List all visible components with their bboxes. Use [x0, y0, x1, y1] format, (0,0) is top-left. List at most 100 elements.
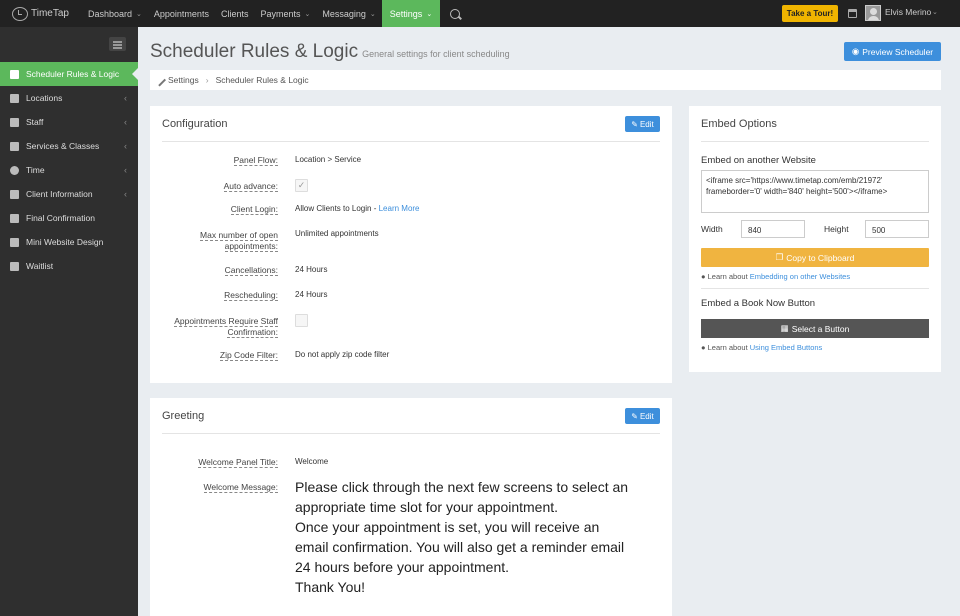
auto-advance-label: Auto advance: — [223, 181, 278, 192]
preview-scheduler-button[interactable]: ◉ Preview Scheduler — [844, 42, 941, 61]
book-now-label: Embed a Book Now Button — [701, 298, 816, 309]
chevron-left-icon: ‹ — [124, 117, 127, 127]
learn-buttons-prefix: Learn about — [707, 343, 750, 352]
staff-confirmation-label: Appointments Require Staff Confirmation: — [174, 316, 278, 338]
greeting-title: Greeting — [162, 410, 205, 422]
width-input[interactable]: 840 — [741, 220, 805, 238]
learn-more-link[interactable]: Learn More — [379, 204, 420, 213]
embed-options-panel: Embed Options Embed on another Website <… — [689, 106, 941, 372]
copy-to-clipboard-button[interactable]: ❐ Copy to Clipboard — [701, 248, 929, 267]
divider — [162, 141, 660, 142]
page-title-text: Scheduler Rules & Logic — [150, 41, 359, 62]
building-icon — [10, 93, 19, 103]
search-icon[interactable] — [450, 8, 461, 19]
nav-payments[interactable]: Payments ⌄ — [254, 0, 316, 27]
edit-icon: ✎ — [631, 411, 638, 421]
height-label: Height — [824, 224, 849, 234]
edit-label: Edit — [639, 119, 654, 129]
timetap-logo[interactable]: TimeTap — [0, 6, 82, 21]
welcome-message-line: Once your appointment is set, you will r… — [295, 519, 600, 535]
panel-flow-label: Panel Flow: — [233, 155, 278, 166]
copy-label: Copy to Clipboard — [786, 252, 855, 263]
embed-buttons-link[interactable]: Using Embed Buttons — [750, 343, 823, 352]
max-open-label: Max number of open appointments: — [200, 230, 278, 252]
nav-clients[interactable]: Clients — [215, 0, 255, 27]
staff-confirmation-checkbox[interactable] — [295, 314, 308, 327]
breadcrumb-current: Scheduler Rules & Logic — [215, 75, 309, 85]
select-button-button[interactable]: ▦ Select a Button — [701, 319, 929, 338]
nav-payments-label: Payments — [260, 8, 301, 19]
menu-toggle-icon[interactable] — [109, 37, 126, 51]
copy-icon: ❐ — [775, 252, 784, 262]
welcome-message-line: 24 hours before your appointment. — [295, 559, 510, 575]
nav-clients-label: Clients — [220, 8, 249, 19]
sidebar-item-staff[interactable]: Staff ‹ — [0, 110, 138, 134]
nav-messaging-label: Messaging — [322, 8, 366, 19]
sidebar-item-label: Locations — [26, 93, 63, 103]
sidebar-item-label: Mini Website Design — [26, 237, 104, 247]
configuration-edit-button[interactable]: ✎ Edit — [625, 116, 660, 132]
take-tour-button[interactable]: Take a Tour! — [782, 5, 838, 22]
chevron-left-icon: ‹ — [124, 165, 127, 175]
nav-settings[interactable]: Settings ⌄ — [381, 0, 441, 27]
chevron-down-icon: ⌄ — [304, 10, 311, 18]
id-card-icon — [10, 189, 19, 199]
welcome-message-line: Thank You! — [295, 579, 366, 595]
embed-website-label: Embed on another Website — [701, 155, 816, 166]
sidebar-item-services[interactable]: Services & Classes ‹ — [0, 134, 138, 158]
welcome-message-line: appropriate time slot for your appointme… — [295, 499, 559, 515]
eye-icon: ◉ — [851, 46, 860, 56]
divider — [701, 141, 929, 142]
client-login-value: Allow Clients to Login - Learn More — [295, 204, 420, 213]
embedding-link[interactable]: Embedding on other Websites — [750, 272, 850, 281]
sidebar-item-client-info[interactable]: Client Information ‹ — [0, 182, 138, 206]
page-title: Scheduler Rules & Logic General settings … — [150, 41, 510, 63]
grid-icon: ▦ — [780, 323, 789, 333]
calendar-icon[interactable] — [848, 9, 857, 18]
sidebar-item-label: Staff — [26, 117, 44, 127]
welcome-message-line: Please click through the next few screen… — [295, 479, 629, 495]
check-icon: ✓ — [297, 180, 306, 190]
user-name[interactable]: Elvis Merino — [885, 7, 931, 17]
sidebar: Scheduler Rules & Logic Locations ‹ Staf… — [0, 27, 138, 616]
sidebar-item-scheduler-rules[interactable]: Scheduler Rules & Logic — [0, 62, 138, 86]
embed-code-textarea[interactable]: <iframe src='https://www.timetap.com/emb… — [701, 170, 929, 213]
rescheduling-value: 24 Hours — [295, 290, 328, 299]
welcome-title-value: Welcome — [295, 457, 329, 466]
width-label: Width — [701, 224, 723, 234]
nav-dashboard[interactable]: Dashboard ⌄ — [82, 0, 148, 27]
sidebar-item-label: Time — [26, 165, 45, 175]
avatar[interactable] — [865, 5, 881, 21]
configuration-title: Configuration — [162, 118, 228, 130]
chevron-down-icon[interactable]: ⌄ — [932, 8, 938, 16]
sidebar-item-label: Services & Classes — [26, 141, 100, 151]
edit-icon: ✎ — [631, 119, 638, 129]
sidebar-item-label: Client Information — [26, 189, 93, 199]
welcome-message: Please click through the next few screen… — [295, 477, 665, 597]
sidebar-item-label: Scheduler Rules & Logic — [26, 69, 120, 79]
breadcrumb-settings[interactable]: Settings — [168, 75, 199, 85]
learn-embed-buttons: ● Learn about Using Embed Buttons — [701, 343, 822, 352]
height-input[interactable]: 500 — [865, 220, 929, 238]
sidebar-item-mini-website[interactable]: Mini Website Design — [0, 230, 138, 254]
welcome-title-label: Welcome Panel Title: — [198, 457, 278, 468]
chevron-left-icon: ‹ — [124, 93, 127, 103]
sidebar-item-waitlist[interactable]: Waitlist — [0, 254, 138, 278]
chevron-down-icon: ⌄ — [426, 10, 433, 18]
chevron-left-icon: ‹ — [124, 141, 127, 151]
divider — [701, 288, 929, 289]
cancellations-label: Cancellations: — [224, 265, 278, 276]
lightbulb-icon: ● — [701, 343, 706, 352]
zip-filter-value: Do not apply zip code filter — [295, 350, 390, 359]
select-button-label: Select a Button — [791, 323, 850, 334]
nav-appointments[interactable]: Appointments — [148, 0, 215, 27]
sidebar-item-time[interactable]: Time ‹ — [0, 158, 138, 182]
nav-messaging[interactable]: Messaging ⌄ — [316, 0, 381, 27]
greeting-edit-button[interactable]: ✎ Edit — [625, 408, 660, 424]
sidebar-item-final-confirmation[interactable]: Final Confirmation — [0, 206, 138, 230]
learn-embedding-prefix: Learn about — [707, 272, 750, 281]
auto-advance-checkbox[interactable]: ✓ — [295, 179, 308, 192]
greeting-panel: Greeting ✎ Edit Welcome Panel Title: Wel… — [150, 398, 672, 616]
sidebar-item-locations[interactable]: Locations ‹ — [0, 86, 138, 110]
panel-flow-value: Location > Service — [295, 155, 362, 164]
